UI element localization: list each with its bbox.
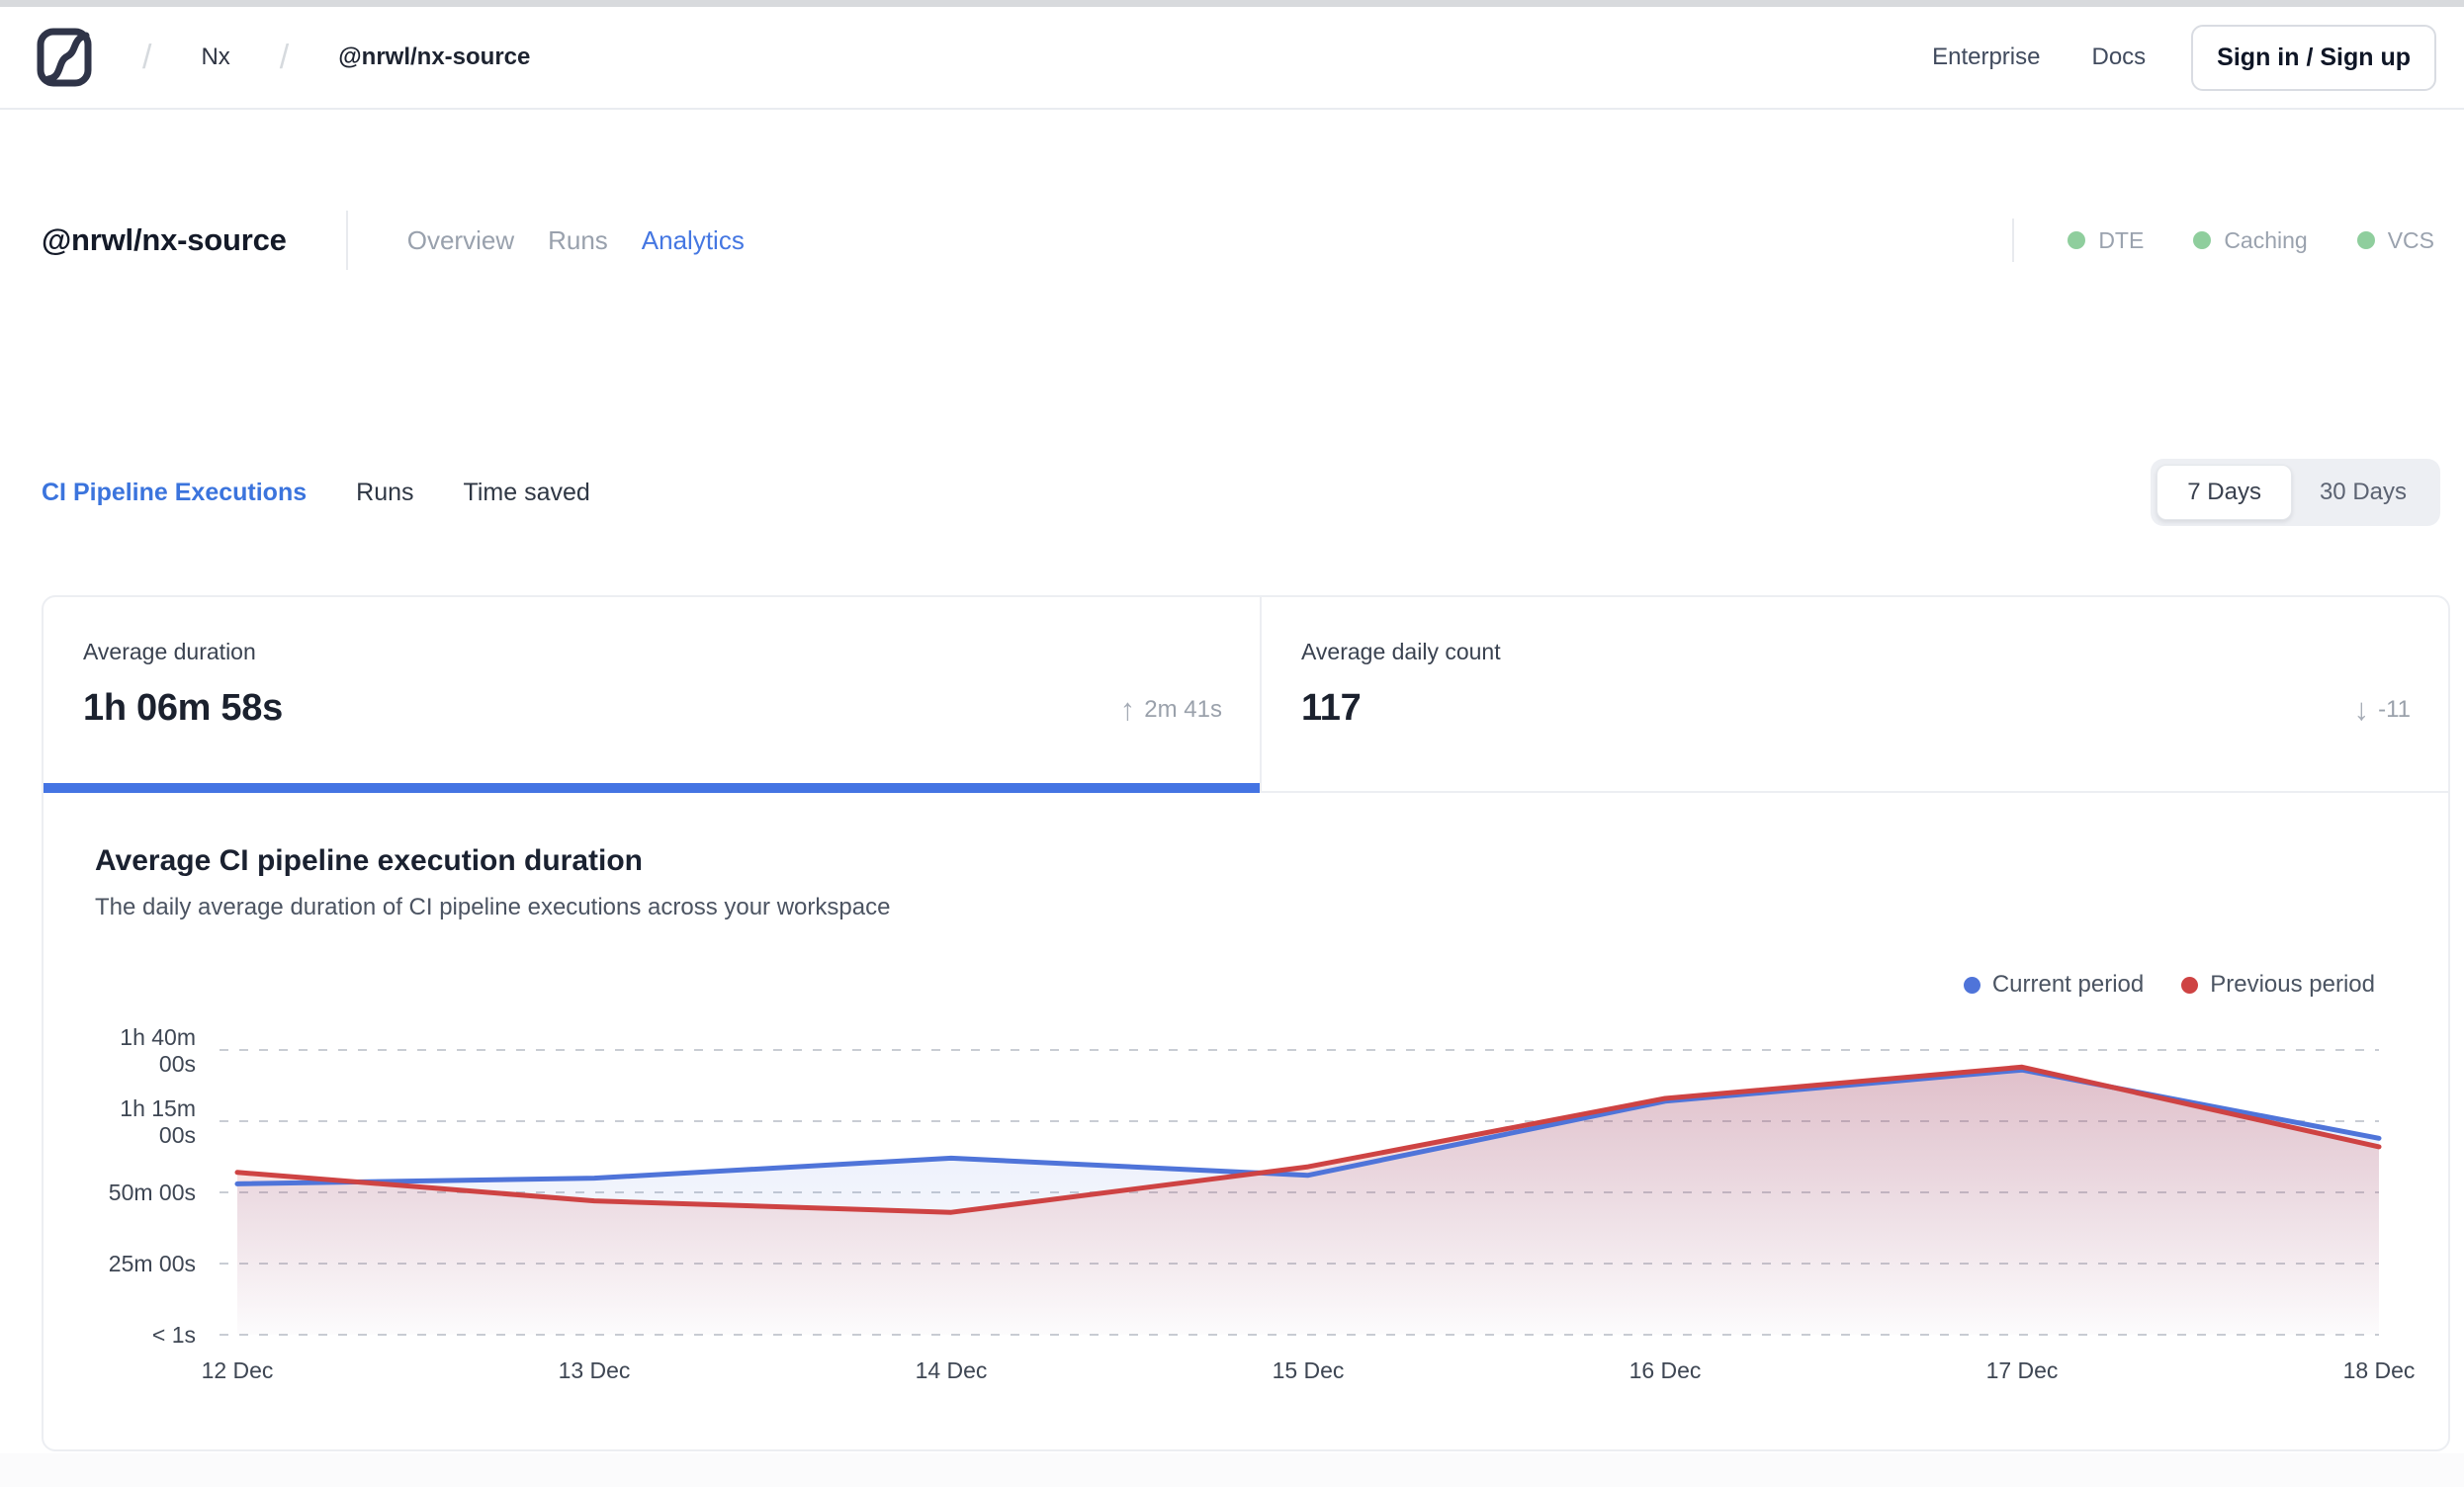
y-tick-label: 50m 00s bbox=[109, 1180, 196, 1205]
stat-average-daily-count[interactable]: Average daily count 117 ↓ -11 bbox=[1260, 597, 2448, 791]
toggle-30-days[interactable]: 30 Days bbox=[2292, 466, 2434, 519]
legend-dot-icon bbox=[2181, 976, 2199, 994]
stat-label: Average duration bbox=[83, 639, 256, 664]
status-dot-icon bbox=[2068, 231, 2086, 249]
status-dot-icon bbox=[2356, 231, 2375, 249]
x-tick-label: 13 Dec bbox=[559, 1357, 631, 1383]
chart-subtitle: The daily average duration of CI pipelin… bbox=[95, 894, 891, 920]
tab-runs-section[interactable]: Runs bbox=[356, 479, 413, 507]
breadcrumb-org[interactable]: Nx bbox=[201, 44, 229, 71]
tab-time-saved[interactable]: Time saved bbox=[464, 479, 590, 507]
legend-previous-period: Previous period bbox=[2181, 971, 2375, 999]
y-tick-label: 1h 15m 00s bbox=[120, 1095, 196, 1148]
period-toggle: 7 Days 30 Days bbox=[2151, 459, 2440, 526]
stat-row: Average duration 1h 06m 58s ↑ 2m 41s Ave… bbox=[44, 597, 2448, 793]
toggle-7-days[interactable]: 7 Days bbox=[2156, 465, 2292, 520]
x-tick-label: 16 Dec bbox=[1629, 1357, 1702, 1383]
status-label: DTE bbox=[2098, 226, 2145, 253]
page-bottom-background bbox=[0, 1453, 2464, 1487]
delta-value: 2m 41s bbox=[1144, 696, 1222, 723]
breadcrumb-workspace[interactable]: @nrwl/nx-source bbox=[338, 44, 530, 71]
project-nav: Overview Runs Analytics bbox=[407, 225, 745, 256]
chart-legend: Current period Previous period bbox=[1963, 971, 2375, 999]
stat-label: Average daily count bbox=[1301, 639, 1501, 664]
stat-value: 117 bbox=[1301, 687, 1362, 729]
x-tick-label: 18 Dec bbox=[2343, 1357, 2416, 1383]
status-indicators: DTE Caching VCS bbox=[2068, 227, 2434, 254]
analytics-section-tabs: CI Pipeline Executions Runs Time saved 7… bbox=[42, 456, 2440, 529]
divider bbox=[345, 211, 348, 270]
stat-average-duration[interactable]: Average duration 1h 06m 58s ↑ 2m 41s bbox=[44, 597, 1260, 793]
tab-analytics[interactable]: Analytics bbox=[642, 225, 745, 256]
y-tick-label: < 1s bbox=[152, 1322, 196, 1348]
status-dte: DTE bbox=[2068, 227, 2144, 254]
arrow-up-icon: ↑ bbox=[1119, 692, 1136, 727]
nx-cloud-logo-icon[interactable] bbox=[36, 27, 93, 88]
legend-current-period: Current period bbox=[1963, 971, 2145, 999]
enterprise-link[interactable]: Enterprise bbox=[1932, 44, 2040, 71]
y-tick-label: 1h 40m 00s bbox=[120, 1024, 196, 1077]
x-tick-label: 14 Dec bbox=[916, 1357, 988, 1383]
stat-delta: ↓ -11 bbox=[2354, 692, 2411, 728]
series-area-1 bbox=[237, 1067, 2379, 1335]
page-title: @nrwl/nx-source bbox=[42, 222, 287, 257]
x-tick-label: 15 Dec bbox=[1273, 1357, 1345, 1383]
arrow-down-icon: ↓ bbox=[2353, 692, 2370, 727]
status-dot-icon bbox=[2193, 231, 2212, 249]
breadcrumb-slash-icon: / bbox=[279, 38, 290, 76]
header-bar: / Nx / @nrwl/nx-source Enterprise Docs S… bbox=[0, 7, 2464, 110]
chart-title: Average CI pipeline execution duration bbox=[95, 844, 644, 877]
x-tick-label: 12 Dec bbox=[202, 1357, 274, 1383]
stat-delta: ↑ 2m 41s bbox=[1120, 692, 1222, 728]
status-caching: Caching bbox=[2193, 226, 2308, 254]
window-top-strip bbox=[0, 0, 2464, 7]
y-tick-label: 25m 00s bbox=[109, 1251, 196, 1276]
breadcrumb-slash-icon: / bbox=[142, 38, 152, 76]
status-label: VCS bbox=[2387, 226, 2434, 253]
tab-ci-pipeline-executions[interactable]: CI Pipeline Executions bbox=[42, 479, 307, 507]
status-label: Caching bbox=[2224, 226, 2308, 253]
analytics-card: Average duration 1h 06m 58s ↑ 2m 41s Ave… bbox=[42, 595, 2450, 1451]
legend-label: Current period bbox=[1991, 971, 2145, 998]
divider bbox=[2012, 219, 2015, 262]
stat-value: 1h 06m 58s bbox=[83, 687, 283, 729]
duration-chart-svg: 1h 40m 00s 1h 15m 00s 50m 00s 25m 00s < 1s12 D… bbox=[109, 1024, 2416, 1383]
delta-value: -11 bbox=[2378, 696, 2411, 723]
docs-link[interactable]: Docs bbox=[2091, 44, 2146, 71]
sign-in-button[interactable]: Sign in / Sign up bbox=[2191, 24, 2436, 91]
tab-overview[interactable]: Overview bbox=[407, 225, 514, 256]
status-vcs: VCS bbox=[2356, 226, 2434, 254]
project-header: @nrwl/nx-source Overview Runs Analytics … bbox=[42, 210, 2434, 271]
tab-runs[interactable]: Runs bbox=[548, 225, 608, 256]
x-tick-label: 17 Dec bbox=[1986, 1357, 2059, 1383]
legend-dot-icon bbox=[1963, 976, 1980, 994]
legend-label: Previous period bbox=[2210, 971, 2375, 998]
